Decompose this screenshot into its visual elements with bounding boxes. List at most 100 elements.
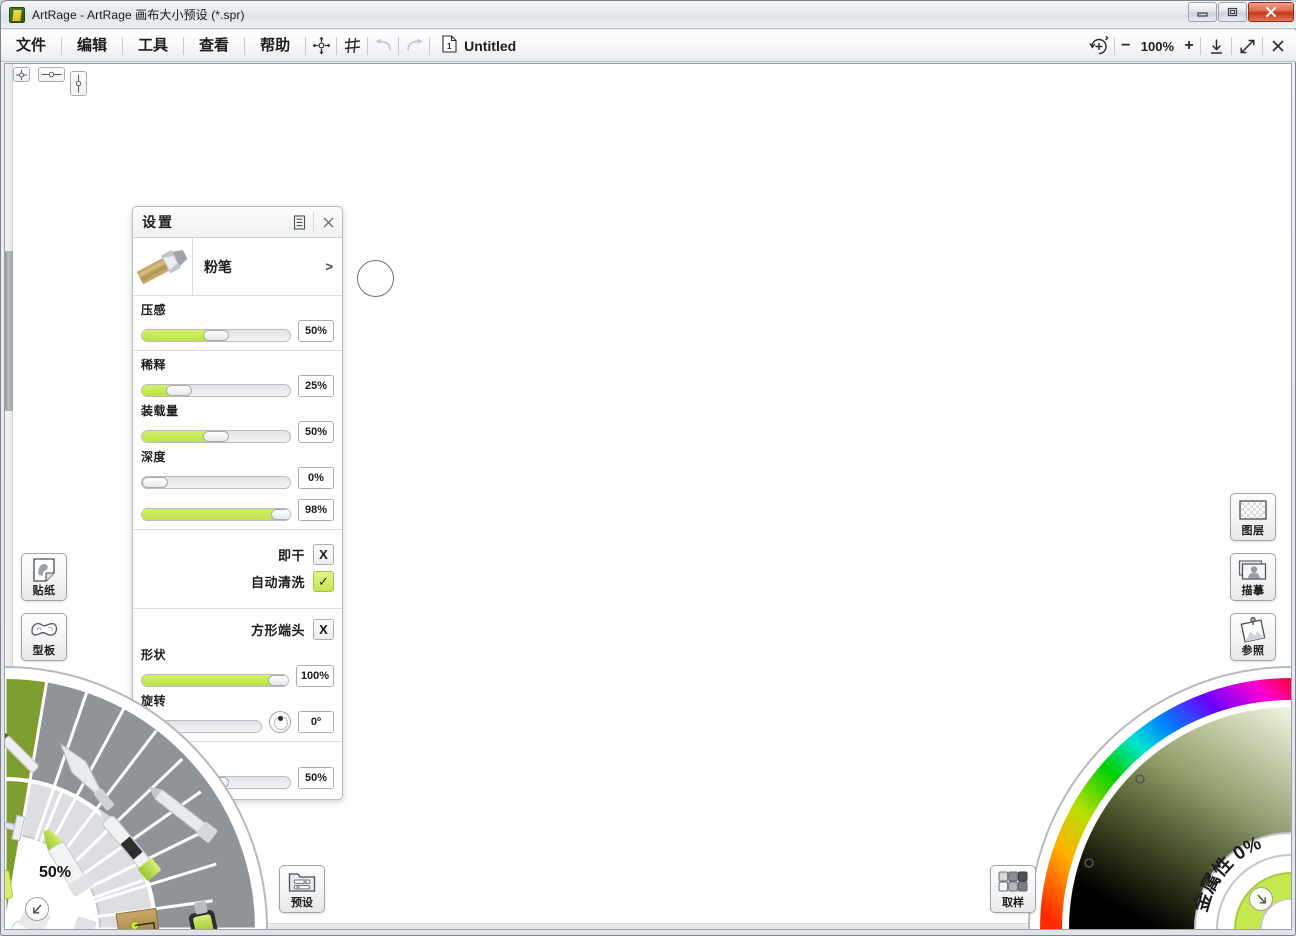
sidebar-label: 贴纸 <box>33 585 56 598</box>
sidebar-label: 描摹 <box>1242 585 1265 598</box>
slider-label-loading: 装载量 <box>141 402 334 419</box>
slider-label-depth: 深度 <box>141 448 334 465</box>
slider-row: 25% <box>141 375 334 397</box>
slider-track-loading[interactable] <box>141 430 291 443</box>
tool-picker-wheel[interactable]: ArtR <box>4 665 269 930</box>
document-icon: 1 <box>442 35 457 56</box>
slider-value-unnamed[interactable]: 98% <box>298 499 334 521</box>
slider-value-pressure[interactable]: 50% <box>298 320 334 342</box>
slider-value-shape[interactable]: 100% <box>296 665 334 687</box>
close-button[interactable] <box>1248 2 1294 22</box>
reference-icon <box>1231 614 1275 645</box>
close-view-icon[interactable] <box>1263 31 1293 61</box>
rotation-dial[interactable] <box>269 711 291 733</box>
slider-value-rotation[interactable]: 0º <box>298 711 334 733</box>
slider-track-depth[interactable] <box>141 476 291 489</box>
menu-edit[interactable]: 编辑 <box>62 31 122 61</box>
artrage-app-icon <box>9 7 25 23</box>
samples-grid-icon <box>998 866 1028 897</box>
slider-label-shape: 形状 <box>141 646 334 663</box>
toggle-row-square-head: 方形端头 X <box>141 619 334 640</box>
brush-preset-selector[interactable]: 粉笔 > <box>193 238 342 295</box>
chalk-brush-thumbnail <box>133 238 193 295</box>
panel-menu-icon[interactable] <box>285 207 313 237</box>
vertical-scrollbar-thumb[interactable] <box>5 251 13 411</box>
view-controls: − 100% + <box>1084 30 1293 62</box>
slider-track-thinners[interactable] <box>141 384 291 397</box>
slider-value-stiffness[interactable]: 50% <box>298 767 334 789</box>
expand-icon[interactable] <box>1232 31 1262 61</box>
slider-pressure: 压感 <box>141 301 334 318</box>
menu-file[interactable]: 文件 <box>1 31 61 61</box>
move-canvas-icon[interactable] <box>306 31 336 61</box>
presets-button[interactable]: 预设 <box>279 865 325 913</box>
presets-icon <box>288 866 316 897</box>
stencil-icon <box>22 614 66 645</box>
zoom-out-button[interactable]: − <box>1115 33 1137 59</box>
menu-tools[interactable]: 工具 <box>123 31 183 61</box>
window-titlebar: ArtRage - ArtRage 画布大小预设 (*.spr) <box>1 1 1296 29</box>
menu-view[interactable]: 查看 <box>184 31 244 61</box>
document-tab[interactable]: 1 Untitled <box>430 35 516 56</box>
tracing-icon <box>1231 554 1275 585</box>
slider-row: 0% <box>141 467 334 489</box>
artrage-window: ArtRage - ArtRage 画布大小预设 (*.spr) 文件 编辑 工… <box>0 0 1296 936</box>
color-wheel-collapse-button[interactable] <box>1249 887 1273 911</box>
slider-track-pressure[interactable] <box>141 329 291 342</box>
fit-to-screen-icon[interactable] <box>1201 31 1231 61</box>
maximize-button[interactable] <box>1218 2 1247 22</box>
brush-size-percent: 50% <box>39 864 71 882</box>
redo-icon[interactable] <box>399 31 429 61</box>
toggle-row-auto-clean: 自动清洗 ✓ <box>141 571 334 592</box>
toggle-row-instant-dry: 即干 X <box>141 544 334 565</box>
canvas-area[interactable]: 设置 <box>4 63 1292 930</box>
sidebar-item-stickers[interactable]: 贴纸 <box>21 553 67 601</box>
rotate-reset-icon[interactable] <box>1084 31 1114 61</box>
guide-horizontal-icon[interactable] <box>38 67 65 82</box>
grid-icon[interactable] <box>337 31 367 61</box>
minimize-button[interactable] <box>1188 2 1217 22</box>
slider-row: 50% <box>141 320 334 342</box>
tool-wheel-collapse-button[interactable] <box>25 897 49 921</box>
document-name: Untitled <box>464 38 516 54</box>
panel-close-icon[interactable] <box>314 207 342 237</box>
sidebar-item-reference[interactable]: 参照 <box>1230 613 1276 661</box>
color-picker-wheel[interactable]: 金属性 0% <box>1027 665 1292 930</box>
toggle-label-square-head: 方形端头 <box>251 620 305 639</box>
settings-group-paint: 稀释 25% 装载量 <box>133 351 342 530</box>
toggle-square-head[interactable]: X <box>313 619 334 640</box>
toggle-label-instant-dry: 即干 <box>278 545 305 564</box>
slider-row: 98% <box>141 499 334 521</box>
slider-value-thinners[interactable]: 25% <box>298 375 334 397</box>
sidebar-item-stencils[interactable]: 型板 <box>21 613 67 661</box>
sidebar-item-tracing[interactable]: 描摹 <box>1230 553 1276 601</box>
samples-button[interactable]: 取样 <box>990 865 1036 913</box>
slider-row: 50% <box>141 421 334 443</box>
brush-preset-name: 粉笔 <box>204 257 232 277</box>
toggle-instant-dry[interactable]: X <box>313 544 334 565</box>
brush-preset-row[interactable]: 粉笔 > <box>133 238 342 296</box>
toggle-auto-clean[interactable]: ✓ <box>313 571 334 592</box>
menu-help[interactable]: 帮助 <box>245 31 305 61</box>
slider-value-loading[interactable]: 50% <box>298 421 334 443</box>
sidebar-item-layers[interactable]: 图层 <box>1230 493 1276 541</box>
layers-icon <box>1231 494 1275 525</box>
settings-panel-header[interactable]: 设置 <box>133 207 342 238</box>
settings-group-toggles: 即干 X 自动清洗 ✓ <box>133 530 342 609</box>
settings-panel-title: 设置 <box>133 212 285 232</box>
guide-vertical-icon[interactable] <box>70 71 87 96</box>
zoom-in-button[interactable]: + <box>1178 33 1200 59</box>
guide-crosshair-icon[interactable] <box>13 67 30 82</box>
toggle-label-auto-clean: 自动清洗 <box>251 572 305 591</box>
svg-text:1: 1 <box>447 42 452 51</box>
slider-value-depth[interactable]: 0% <box>298 467 334 489</box>
settings-group-pressure: 压感 50% <box>133 296 342 351</box>
slider-track-unnamed[interactable] <box>141 508 291 521</box>
zoom-level[interactable]: 100% <box>1137 39 1178 54</box>
sidebar-label: 型板 <box>33 645 56 658</box>
undo-icon[interactable] <box>368 31 398 61</box>
sidebar-label: 图层 <box>1242 525 1265 538</box>
presets-label: 预设 <box>291 897 313 910</box>
sidebar-label: 参照 <box>1242 645 1265 658</box>
brush-size-cursor-preview <box>357 260 394 297</box>
